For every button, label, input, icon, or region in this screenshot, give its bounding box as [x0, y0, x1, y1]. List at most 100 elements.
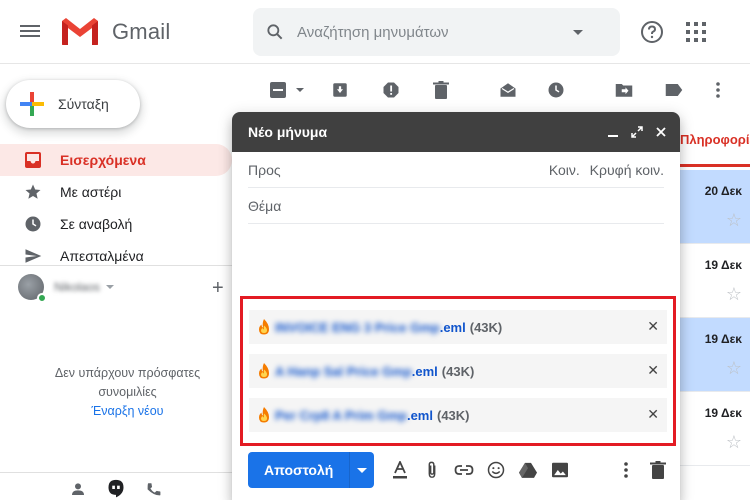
- report-spam-icon[interactable]: [381, 80, 401, 100]
- attachments-highlight: INVOICE ENG 3 Price Gmp.eml (43K) ✕ A Ha…: [240, 296, 676, 446]
- sidebar-item-starred[interactable]: Με αστέρι: [0, 176, 232, 208]
- attachment-item[interactable]: A Hanp Sal Price Gmp.eml (43K) ✕: [249, 354, 667, 388]
- email-list: Πληροφορίες 20 Δεκ ☆ 19 Δεκ ☆ 19 Δεκ ☆ 1…: [680, 112, 750, 500]
- search-bar[interactable]: [253, 8, 620, 56]
- insert-photo-icon[interactable]: [550, 460, 570, 480]
- compose-plus-icon: [20, 92, 44, 116]
- to-field[interactable]: Προς Κοιν. Κρυφή κοιν.: [248, 152, 664, 188]
- emoji-icon[interactable]: [486, 460, 506, 480]
- table-row[interactable]: 19 Δεκ ☆: [680, 244, 750, 318]
- select-checkbox-icon[interactable]: [268, 80, 288, 100]
- email-date: 19 Δεκ: [704, 258, 742, 272]
- label-icon[interactable]: [664, 80, 684, 100]
- move-to-icon[interactable]: [614, 80, 634, 100]
- tab-updates[interactable]: Πληροφορίες: [680, 132, 750, 147]
- sidebar-divider: [0, 265, 232, 266]
- discard-draft-icon[interactable]: [648, 460, 668, 480]
- attachment-name-blurred: A Hanp Sal Price Gmp: [275, 363, 412, 379]
- contacts-icon[interactable]: [68, 479, 88, 499]
- hangouts-user[interactable]: Nikolaos: [18, 274, 115, 303]
- inbox-icon: [24, 151, 42, 169]
- attachment-size: (43K): [436, 407, 470, 423]
- active-tab-indicator: [680, 164, 750, 167]
- attachment-ext: .eml: [406, 407, 433, 423]
- new-chat-plus-icon[interactable]: +: [212, 278, 224, 298]
- star-outline-icon[interactable]: ☆: [726, 358, 742, 379]
- star-outline-icon[interactable]: ☆: [726, 284, 742, 305]
- cc-link[interactable]: Κοιν.: [549, 162, 580, 178]
- avatar[interactable]: [18, 274, 47, 303]
- attachment-name[interactable]: Per Crp8 A Prim Gmp.eml: [275, 408, 433, 423]
- search-icon[interactable]: [253, 22, 297, 42]
- main-menu-icon[interactable]: [20, 22, 40, 42]
- star-outline-icon[interactable]: ☆: [726, 210, 742, 231]
- to-label: Προς: [248, 161, 281, 178]
- bcc-link[interactable]: Κρυφή κοιν.: [590, 162, 664, 178]
- fire-icon: [259, 319, 269, 335]
- sidebar-item-snoozed[interactable]: Σε αναβολή: [0, 208, 232, 240]
- attachment-size: (43K): [469, 319, 503, 335]
- compose-title: Νέο μήνυμα: [248, 124, 328, 140]
- remove-attachment-icon[interactable]: ✕: [647, 318, 659, 335]
- remove-attachment-icon[interactable]: ✕: [647, 406, 659, 423]
- attachment-ext: .eml: [411, 363, 438, 379]
- search-input[interactable]: [297, 23, 567, 41]
- send-button[interactable]: Αποστολή: [248, 452, 375, 488]
- compose-label: Σύνταξη: [58, 96, 109, 112]
- status-caret-icon[interactable]: [106, 285, 115, 289]
- attachment-name[interactable]: A Hanp Sal Price Gmp.eml: [275, 364, 438, 379]
- insert-link-icon[interactable]: [454, 460, 474, 480]
- gmail-logo[interactable]: Gmail: [60, 17, 170, 47]
- compose-button[interactable]: Σύνταξη: [6, 80, 140, 128]
- compose-bottom-toolbar: Αποστολή: [248, 452, 668, 488]
- attachment-ext: .eml: [439, 319, 466, 335]
- email-date: 19 Δεκ: [704, 332, 742, 346]
- close-icon[interactable]: [650, 121, 672, 143]
- remove-attachment-icon[interactable]: ✕: [647, 362, 659, 379]
- mail-toolbar: [256, 72, 750, 108]
- online-status-icon: [37, 293, 47, 303]
- compose-header: Νέο μήνυμα: [232, 112, 680, 152]
- more-options-icon[interactable]: [708, 80, 728, 100]
- sidebar-item-inbox[interactable]: Εισερχόμενα: [0, 144, 232, 176]
- attachment-name-blurred: INVOICE ENG 3 Price Gmp: [275, 319, 440, 335]
- search-options-caret-icon[interactable]: [573, 29, 583, 35]
- delete-icon[interactable]: [431, 80, 451, 100]
- phone-icon[interactable]: [144, 479, 164, 499]
- google-drive-icon[interactable]: [518, 460, 538, 480]
- tab-label: Πληροφορίες: [680, 132, 750, 147]
- more-options-icon[interactable]: [616, 460, 636, 480]
- snooze-clock-icon[interactable]: [546, 80, 566, 100]
- table-row[interactable]: 19 Δεκ ☆: [680, 318, 750, 392]
- start-new-chat-link[interactable]: Έναρξη νέου: [30, 402, 225, 421]
- sidebar-item-sent[interactable]: Απεσταλμένα: [0, 240, 232, 272]
- subject-field[interactable]: Θέμα: [248, 188, 664, 224]
- attachment-name-blurred: Per Crp8 A Prim Gmp: [275, 407, 407, 423]
- archive-icon[interactable]: [330, 80, 350, 100]
- formatting-icon[interactable]: [390, 460, 410, 480]
- attachment-item[interactable]: INVOICE ENG 3 Price Gmp.eml (43K) ✕: [249, 310, 667, 344]
- star-outline-icon[interactable]: ☆: [726, 432, 742, 453]
- help-icon[interactable]: [640, 20, 664, 44]
- google-apps-icon[interactable]: [686, 22, 706, 42]
- attachment-size: (43K): [441, 363, 475, 379]
- no-chats-text: Δεν υπάρχουν πρόσφατες συνομιλίες: [54, 366, 201, 399]
- compose-right-actions: [604, 460, 668, 480]
- fullscreen-icon[interactable]: [626, 121, 648, 143]
- mark-as-read-icon[interactable]: [498, 80, 518, 100]
- attachment-item[interactable]: Per Crp8 A Prim Gmp.eml (43K) ✕: [249, 398, 667, 432]
- table-row[interactable]: 20 Δεκ ☆: [680, 170, 750, 244]
- hangouts-chat-icon[interactable]: [106, 479, 126, 499]
- table-row[interactable]: 19 Δεκ ☆: [680, 392, 750, 466]
- attach-file-icon[interactable]: [422, 460, 442, 480]
- hangouts-user-name: Nikolaos: [54, 280, 101, 294]
- email-date: 19 Δεκ: [704, 406, 742, 420]
- send-options-caret-icon[interactable]: [350, 452, 374, 488]
- star-icon: [24, 183, 42, 201]
- minimize-icon[interactable]: [602, 121, 624, 143]
- sidebar-item-label: Σε αναβολή: [60, 216, 133, 232]
- attachment-name[interactable]: INVOICE ENG 3 Price Gmp.eml: [275, 320, 466, 335]
- send-label: Αποστολή: [248, 452, 351, 488]
- select-caret-icon[interactable]: [290, 80, 310, 100]
- fire-icon: [259, 407, 269, 423]
